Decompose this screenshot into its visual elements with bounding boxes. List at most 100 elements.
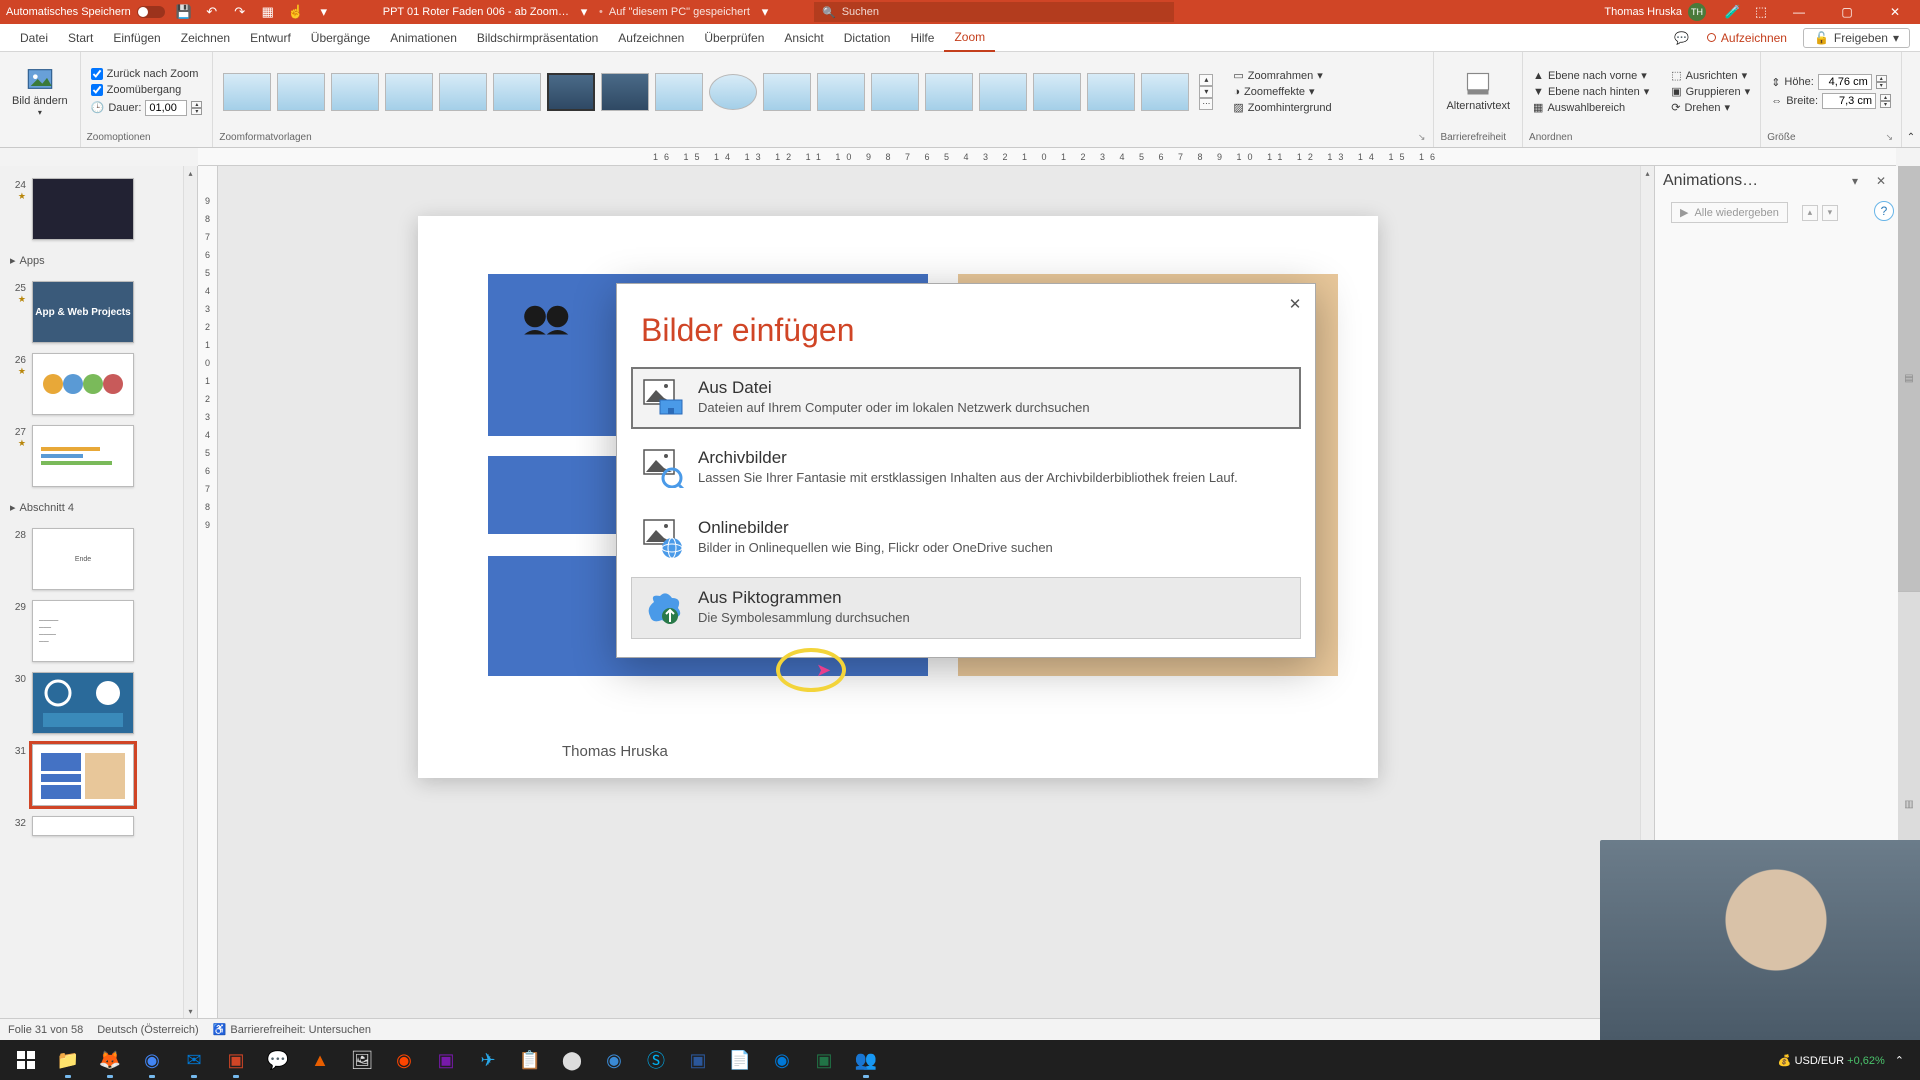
taskbar-app-icon[interactable]: 📋 xyxy=(510,1040,550,1080)
tab-uebergaenge[interactable]: Übergänge xyxy=(301,24,380,52)
start-button[interactable] xyxy=(6,1040,46,1080)
pane-close-icon[interactable]: ✕ xyxy=(1872,172,1890,190)
tab-ueberpruefen[interactable]: Überprüfen xyxy=(694,24,774,52)
style-preset[interactable] xyxy=(763,73,811,111)
zoom-styles-gallery[interactable]: ▴▾⋯ xyxy=(219,71,1217,113)
style-preset[interactable] xyxy=(493,73,541,111)
style-preset[interactable] xyxy=(817,73,865,111)
scroll-up-icon[interactable]: ▴ xyxy=(1641,166,1654,180)
insert-online-images-option[interactable]: OnlinebilderBilder in Onlinequellen wie … xyxy=(631,507,1301,569)
group-objects-button[interactable]: ▣Gruppieren ▾ xyxy=(1667,84,1754,99)
style-preset[interactable] xyxy=(1141,73,1189,111)
style-preset[interactable] xyxy=(709,74,757,110)
spin-up-icon[interactable]: ▴ xyxy=(191,101,202,108)
filename-dropdown-icon[interactable]: ▾ xyxy=(575,3,593,21)
tab-zoom[interactable]: Zoom xyxy=(944,24,995,52)
tab-start[interactable]: Start xyxy=(58,24,103,52)
rotate-button[interactable]: ⟳Drehen ▾ xyxy=(1667,100,1754,115)
style-preset[interactable] xyxy=(925,73,973,111)
scroll-down-icon[interactable]: ▾ xyxy=(184,1004,197,1018)
change-image-button[interactable]: Bild ändern ▾ xyxy=(6,63,74,120)
taskbar-word-icon[interactable]: ▣ xyxy=(678,1040,718,1080)
tray-chevron-icon[interactable]: ⌃ xyxy=(1895,1054,1904,1067)
spin-down-icon[interactable]: ▾ xyxy=(1880,101,1891,108)
accessibility-check[interactable]: ♿Barrierefreiheit: Untersuchen xyxy=(213,1023,371,1036)
taskbar-outlook-icon[interactable]: ✉ xyxy=(174,1040,214,1080)
style-preset[interactable] xyxy=(385,73,433,111)
side-tab[interactable]: ▤ xyxy=(1898,166,1920,592)
duration-field[interactable]: 🕒 Dauer: ▴▾ xyxy=(87,99,207,117)
taskbar-telegram-icon[interactable]: ✈ xyxy=(468,1040,508,1080)
share-button[interactable]: 🔓Freigeben▾ xyxy=(1803,28,1910,48)
taskbar-app-icon[interactable]: 🖼 xyxy=(342,1040,382,1080)
scroll-up-icon[interactable]: ▴ xyxy=(184,166,197,180)
slide-thumbnail[interactable]: 25★App & Web Projects xyxy=(8,281,197,343)
align-button[interactable]: ⬚Ausrichten ▾ xyxy=(1667,68,1754,83)
tab-datei[interactable]: Datei xyxy=(10,24,58,52)
taskbar-vlc-icon[interactable]: ▲ xyxy=(300,1040,340,1080)
saved-location-dropdown-icon[interactable]: ▾ xyxy=(756,3,774,21)
zoom-border-button[interactable]: ▭Zoomrahmen ▾ xyxy=(1229,68,1335,83)
section-header-apps[interactable]: ▸Apps xyxy=(8,250,197,271)
width-field[interactable]: ⇔ Breite: ▴▾ xyxy=(1767,92,1895,110)
taskbar-excel-icon[interactable]: ▣ xyxy=(804,1040,844,1080)
style-preset[interactable] xyxy=(277,73,325,111)
taskbar-onenote-icon[interactable]: ▣ xyxy=(426,1040,466,1080)
style-preset[interactable] xyxy=(439,73,487,111)
selection-pane-button[interactable]: ▦Auswahlbereich xyxy=(1529,100,1653,115)
slide-thumbnail[interactable]: 28Ende xyxy=(8,528,197,590)
tab-aufzeichnen[interactable]: Aufzeichnen xyxy=(608,24,694,52)
stock-widget[interactable]: 💰 USD/EUR +0,62% xyxy=(1778,1054,1885,1067)
spin-down-icon[interactable]: ▾ xyxy=(1876,82,1887,89)
zoom-effects-button[interactable]: ◑Zoomeffekte ▾ xyxy=(1229,84,1335,99)
style-preset[interactable] xyxy=(1033,73,1081,111)
tab-dictation[interactable]: Dictation xyxy=(834,24,901,52)
redo-icon[interactable]: ↷ xyxy=(231,3,249,21)
system-tray[interactable]: 💰 USD/EUR +0,62% ⌃ xyxy=(1768,1054,1914,1067)
taskbar-explorer-icon[interactable]: 📁 xyxy=(48,1040,88,1080)
insert-stock-images-option[interactable]: ArchivbilderLassen Sie Ihrer Fantasie mi… xyxy=(631,437,1301,499)
minimize-button[interactable]: — xyxy=(1780,0,1818,24)
zoom-transition-checkbox[interactable]: Zoomübergang xyxy=(87,83,207,97)
account-button[interactable]: Thomas Hruska TH xyxy=(1604,3,1706,21)
tab-bildschirmpraesentation[interactable]: Bildschirmpräsentation xyxy=(467,24,608,52)
style-preset[interactable] xyxy=(601,73,649,111)
height-input[interactable] xyxy=(1818,74,1872,90)
tab-zeichnen[interactable]: Zeichnen xyxy=(171,24,240,52)
style-preset[interactable] xyxy=(871,73,919,111)
back-to-zoom-checkbox[interactable]: Zurück nach Zoom xyxy=(87,67,207,81)
style-preset[interactable] xyxy=(979,73,1027,111)
undo-icon[interactable]: ↶ xyxy=(203,3,221,21)
taskbar-app-icon[interactable]: 💬 xyxy=(258,1040,298,1080)
slide-counter[interactable]: Folie 31 von 58 xyxy=(8,1024,83,1036)
slide-thumbnail[interactable]: 24★ xyxy=(8,178,197,240)
taskbar-teams-icon[interactable]: 👥 xyxy=(846,1040,886,1080)
spin-up-icon[interactable]: ▴ xyxy=(1880,94,1891,101)
tab-entwurf[interactable]: Entwurf xyxy=(240,24,301,52)
taskbar-app-icon[interactable]: ◉ xyxy=(384,1040,424,1080)
slide-thumbnail[interactable]: 32 xyxy=(8,816,197,836)
search-box[interactable]: 🔍 xyxy=(814,2,1174,22)
taskbar-edge-icon[interactable]: ◉ xyxy=(762,1040,802,1080)
thumbnails-scrollbar[interactable]: ▴▾ xyxy=(183,166,197,1018)
width-input[interactable] xyxy=(1822,93,1876,109)
maximize-button[interactable]: ▢ xyxy=(1828,0,1866,24)
coming-soon-icon[interactable]: 🧪 xyxy=(1724,3,1742,21)
style-preset[interactable] xyxy=(655,73,703,111)
spin-up-icon[interactable]: ▴ xyxy=(1876,75,1887,82)
tab-animationen[interactable]: Animationen xyxy=(380,24,467,52)
slide-thumbnail[interactable]: 27★ xyxy=(8,425,197,487)
autosave-toggle[interactable] xyxy=(137,6,165,18)
taskbar-app-icon[interactable]: 📄 xyxy=(720,1040,760,1080)
start-from-beginning-icon[interactable]: ▦ xyxy=(259,3,277,21)
spin-down-icon[interactable]: ▾ xyxy=(191,108,202,115)
slide-thumbnail[interactable]: 31 xyxy=(8,744,197,806)
help-icon[interactable]: ? xyxy=(1874,201,1894,221)
qat-more-icon[interactable]: ▾ xyxy=(315,3,333,21)
move-down-icon[interactable]: ▾ xyxy=(1822,205,1838,221)
taskbar-skype-icon[interactable]: Ⓢ xyxy=(636,1040,676,1080)
taskbar-firefox-icon[interactable]: 🦊 xyxy=(90,1040,130,1080)
tab-hilfe[interactable]: Hilfe xyxy=(900,24,944,52)
taskbar-obs-icon[interactable]: ⬤ xyxy=(552,1040,592,1080)
ribbon-display-icon[interactable]: ⬚ xyxy=(1752,3,1770,21)
